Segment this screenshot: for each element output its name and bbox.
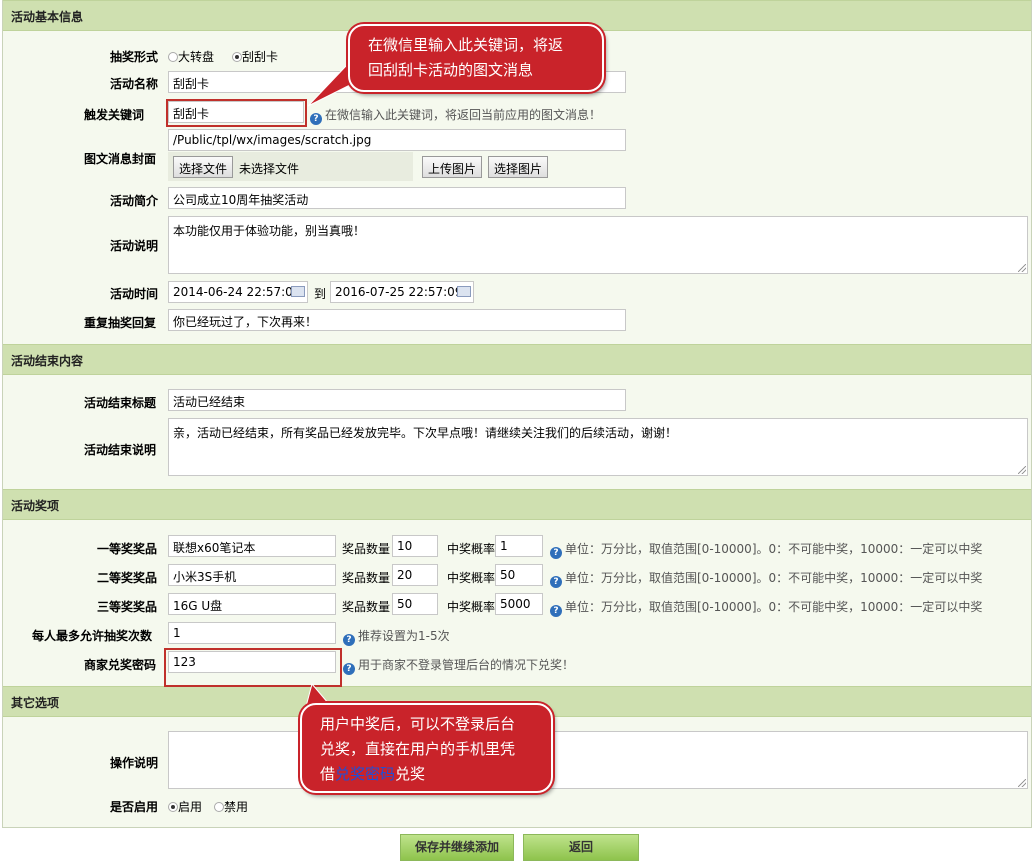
section-end-content: 活动结束内容 [3,344,1031,375]
prize-3-qty-input[interactable]: 50 [392,593,438,615]
choose-file-button[interactable]: 选择文件 [173,156,234,178]
upload-image-button[interactable]: 上传图片 [422,156,483,178]
lottery-type-wheel-option[interactable]: 大转盘 [168,48,214,65]
resize-grip-icon[interactable] [1018,466,1026,474]
operation-notes-textarea[interactable] [168,731,1028,789]
help-icon: ? [550,547,562,559]
description-textarea[interactable]: 本功能仅用于体验功能，别当真哦！ [168,216,1028,274]
intro-label: 活动简介 [110,194,159,208]
callout-line3: 借兑奖密码兑奖 [320,765,426,783]
end-description-label: 活动结束说明 [84,443,157,457]
help-icon: ? [343,663,355,675]
start-time-input[interactable]: 2014-06-24 22:57:09 [168,281,308,303]
prize-2-prob-input[interactable]: 50 [495,564,543,586]
max-draws-hint: ? 推荐设置为1-5次 [343,627,450,646]
calendar-icon[interactable] [457,286,471,297]
no-file-text: 未选择文件 [239,162,300,176]
save-and-continue-button[interactable]: 保存并继续添加 [400,834,514,861]
keyword-highlight-box [166,99,307,127]
prize-1-prob-hint: ? 单位：万分比，取值范围[0-10000]。0：不可能中奖，10000：一定可以… [550,540,982,559]
prize-1-name-input[interactable]: 联想x60笔记本 [168,535,336,557]
select-image-button[interactable]: 选择图片 [488,156,549,178]
help-icon: ? [343,634,355,646]
callout-password-tip: 用户中奖后，可以不登录后台 兑奖，直接在用户的手机里凭 借兑奖密码兑奖 [300,703,553,793]
max-draws-label: 每人最多允许抽奖次数 [32,629,153,643]
prize-2-prob-hint: ? 单位：万分比，取值范围[0-10000]。0：不可能中奖，10000：一定可以… [550,569,982,588]
end-description-textarea[interactable]: 亲，活动已经结束，所有奖品已经发放完毕。下次早点哦！请继续关注我们的后续活动，谢… [168,418,1028,476]
prize-2-qty-input[interactable]: 20 [392,564,438,586]
radio-icon[interactable] [214,802,224,812]
prize-3-prob-input[interactable]: 5000 [495,593,543,615]
max-draws-input[interactable]: 1 [168,622,336,644]
intro-input[interactable]: 公司成立10周年抽奖活动 [168,187,626,209]
prize-3-prob-label: 中奖概率 [447,600,496,614]
lottery-type-scratch-option[interactable]: 刮刮卡 [232,48,278,65]
prize-3-label: 三等奖奖品 [97,600,158,614]
prize-1-qty-input[interactable]: 10 [392,535,438,557]
lottery-type-label: 抽奖形式 [110,50,159,64]
prize-2-qty-label: 奖品数量 [342,571,391,585]
prize-1-prob-label: 中奖概率 [447,542,496,556]
help-icon: ? [550,605,562,617]
resize-grip-icon[interactable] [1018,264,1026,272]
operation-notes-label: 操作说明 [110,756,159,770]
prize-2-label: 二等奖奖品 [97,571,158,585]
help-icon: ? [550,576,562,588]
keyword-label: 触发关键词 [84,108,145,122]
prize-2-prob-label: 中奖概率 [447,571,496,585]
repeat-reply-label: 重复抽奖回复 [84,316,157,330]
calendar-icon[interactable] [291,286,305,297]
radio-selected-icon[interactable] [232,52,242,62]
prize-1-label: 一等奖奖品 [97,542,158,556]
prize-3-qty-label: 奖品数量 [342,600,391,614]
to-text: 到 [314,287,327,301]
cover-path-input[interactable]: /Public/tpl/wx/images/scratch.jpg [168,129,626,151]
enable-off-option[interactable]: 禁用 [214,798,248,815]
end-title-input[interactable]: 活动已经结束 [168,389,626,411]
cover-label: 图文消息封面 [84,152,157,166]
repeat-reply-input[interactable]: 你已经玩过了，下次再来！ [168,309,626,331]
activity-name-label: 活动名称 [110,77,159,91]
redeem-password-label: 商家兑奖密码 [84,658,157,672]
prize-1-qty-label: 奖品数量 [342,542,391,556]
description-label: 活动说明 [110,239,159,253]
time-label: 活动时间 [110,287,159,301]
callout-keyword-tip: 在微信里输入此关键词，将返 回刮刮卡活动的图文消息 [348,24,604,92]
help-icon: ? [310,113,322,125]
end-time-input[interactable]: 2016-07-25 22:57:09 [330,281,474,303]
back-button[interactable]: 返回 [523,834,639,861]
enable-on-option[interactable]: 启用 [168,798,202,815]
prize-3-name-input[interactable]: 16G U盘 [168,593,336,615]
enable-label: 是否启用 [110,800,159,814]
redeem-password-hint: ? 用于商家不登录管理后台的情况下兑奖！ [343,656,574,675]
radio-selected-icon[interactable] [168,802,178,812]
prize-1-prob-input[interactable]: 1 [495,535,543,557]
resize-grip-icon[interactable] [1018,779,1026,787]
section-prizes: 活动奖项 [3,489,1031,520]
end-title-label: 活动结束标题 [84,396,157,410]
radio-icon[interactable] [168,52,178,62]
prize-2-name-input[interactable]: 小米3S手机 [168,564,336,586]
prize-3-prob-hint: ? 单位：万分比，取值范围[0-10000]。0：不可能中奖，10000：一定可以… [550,598,982,617]
